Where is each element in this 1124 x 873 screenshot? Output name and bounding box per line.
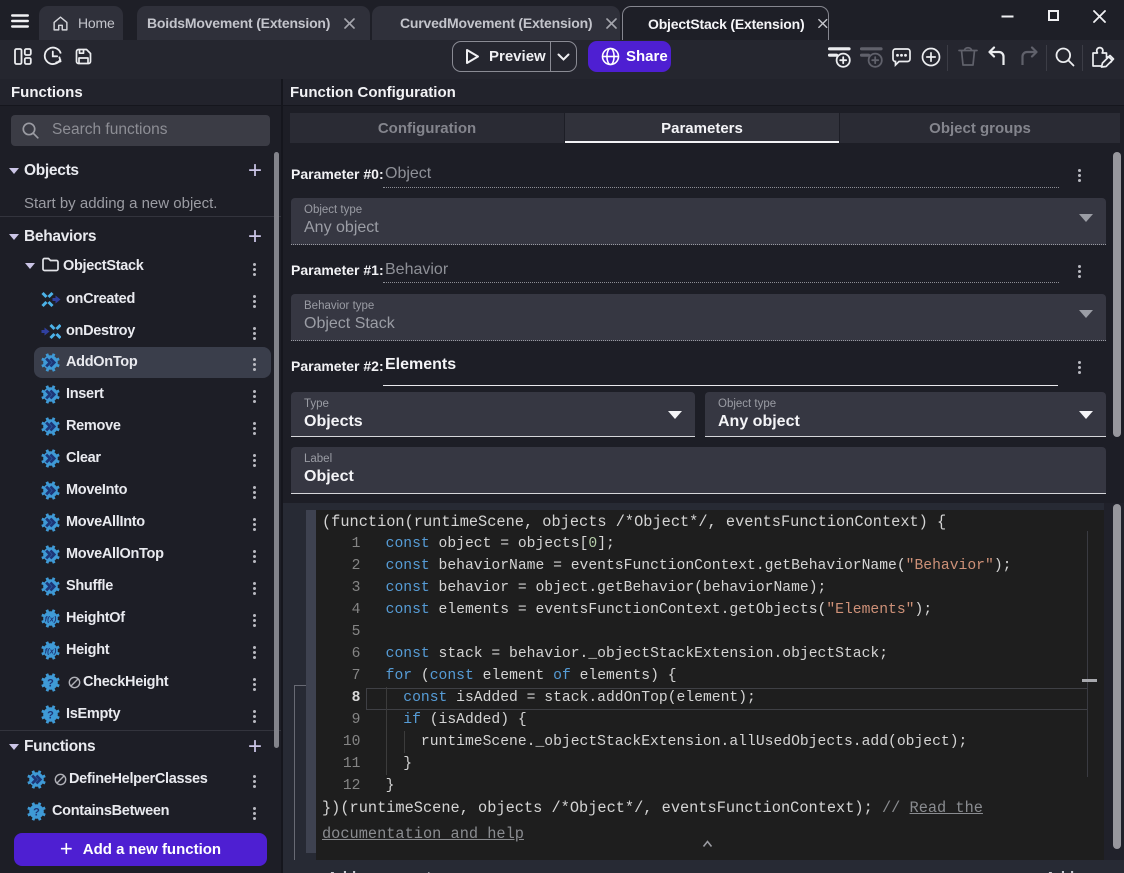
svg-text:f(x): f(x) xyxy=(45,646,57,655)
svg-text:f(x): f(x) xyxy=(45,614,57,623)
svg-text:?: ? xyxy=(47,677,54,689)
svg-text:?: ? xyxy=(33,806,40,818)
svg-text:?: ? xyxy=(47,709,54,721)
